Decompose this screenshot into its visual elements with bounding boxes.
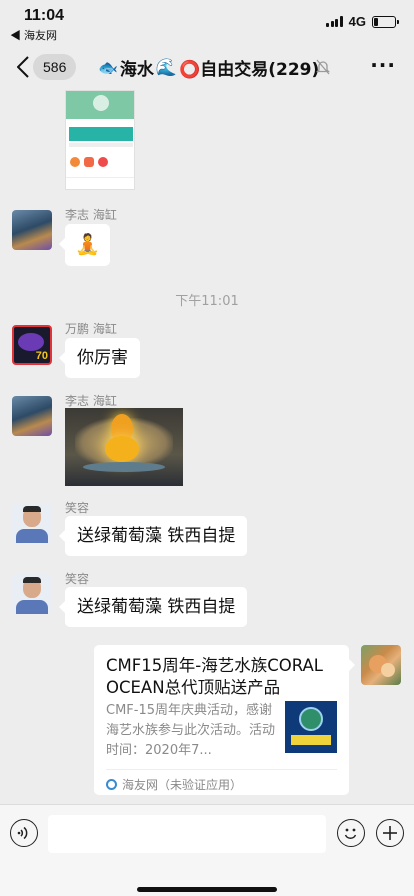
- chat-header: 586 🐟 海水 🌊 ⭕自由交易(229) ···: [0, 44, 414, 90]
- home-indicator[interactable]: [137, 887, 277, 892]
- network-type: 4G: [348, 14, 366, 29]
- timestamp: 下午11:01: [175, 294, 239, 309]
- chat-title[interactable]: 🐟 海水 🌊 ⭕自由交易(229): [98, 55, 320, 81]
- voice-icon: [17, 826, 28, 840]
- message-input-bar: [0, 804, 414, 896]
- avatar[interactable]: [12, 210, 52, 250]
- voice-input-button[interactable]: [10, 819, 38, 847]
- avatar[interactable]: [12, 396, 52, 436]
- emoji-button[interactable]: [337, 819, 365, 847]
- image-message[interactable]: [65, 408, 183, 486]
- link-card-source-text: 海友网（未验证应用）: [122, 778, 243, 792]
- back-button[interactable]: [12, 54, 34, 80]
- fish-icon: 🐟: [98, 58, 118, 77]
- chat-title-tail: ⭕自由交易(229): [179, 60, 320, 80]
- message-bubble[interactable]: 送绿葡萄藻 铁西自提: [58, 587, 248, 627]
- back-to-app-link[interactable]: ◀ 海友网: [10, 27, 57, 43]
- meditating-person-emoji: 🧘: [75, 232, 100, 256]
- avatar[interactable]: [12, 503, 52, 543]
- chat-title-text: 海水: [119, 60, 154, 80]
- status-indicators: 4G: [326, 14, 399, 29]
- link-card-source: 海友网（未验证应用）: [106, 769, 337, 793]
- screenshot-image-message[interactable]: [65, 90, 135, 190]
- status-bar: 11:04 ◀ 海友网 4G: [0, 0, 414, 44]
- sender-name: 笑容: [65, 501, 90, 515]
- battery-icon: [372, 15, 399, 28]
- sender-name: 笑容: [65, 572, 90, 586]
- signal-icon: [326, 16, 343, 27]
- app-source-icon: [106, 779, 117, 790]
- wave-icon: 🌊: [155, 57, 178, 78]
- message-text-input[interactable]: [48, 815, 326, 853]
- smiley-icon: [344, 828, 357, 839]
- my-avatar[interactable]: [361, 645, 401, 685]
- more-functions-button[interactable]: [376, 819, 404, 847]
- avatar[interactable]: 70: [12, 325, 52, 365]
- status-time: 11:04: [24, 7, 65, 24]
- sender-name: 李志 海缸: [65, 394, 117, 408]
- link-card-thumbnail: [285, 701, 337, 753]
- unread-count-badge[interactable]: 586: [33, 54, 77, 80]
- link-card-title: CMF15周年-海艺水族CORAL OCEAN总代顶贴送产品: [106, 656, 323, 697]
- emoji-message-bubble[interactable]: 🧘: [59, 224, 110, 266]
- link-card-description: CMF-15周年庆典活动，感谢海艺水族参与此次活动。活动时间：2020年7...: [106, 703, 276, 758]
- chat-area[interactable]: 李志 海缸 🧘 下午11:01 70 万鹏 海缸 你厉害 李志 海缸 笑容 送绿…: [0, 90, 414, 804]
- more-options-button[interactable]: ···: [370, 55, 396, 75]
- message-bubble[interactable]: 送绿葡萄藻 铁西自提: [58, 516, 248, 556]
- battery-level: [374, 17, 378, 26]
- sender-name: 李志 海缸: [65, 208, 117, 222]
- sender-name: 万鹏 海缸: [65, 322, 117, 336]
- message-bubble[interactable]: 你厉害: [59, 338, 140, 378]
- plus-icon: [383, 826, 397, 840]
- link-card-message[interactable]: CMF15周年-海艺水族CORAL OCEAN总代顶贴送产品 CMF-15周年庆…: [94, 645, 355, 795]
- chevron-left-icon: [17, 56, 29, 78]
- mute-icon: [316, 59, 330, 75]
- avatar[interactable]: [12, 574, 52, 614]
